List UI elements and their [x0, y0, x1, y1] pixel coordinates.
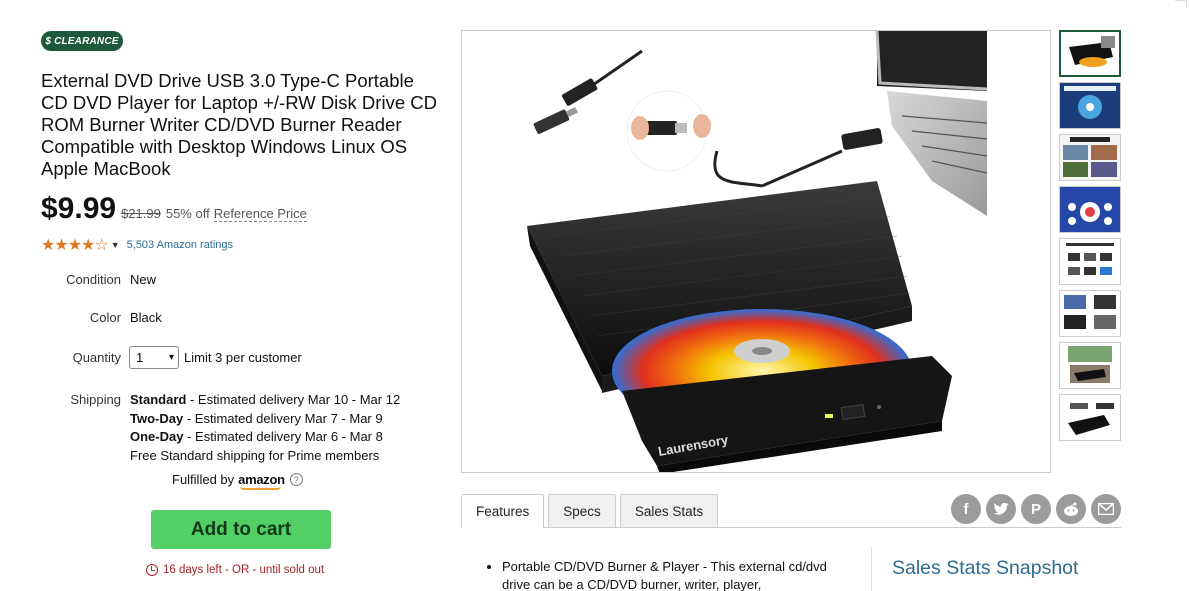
condition-value: New	[130, 272, 157, 287]
price-row: $9.99 $21.99 55% off Reference Price	[41, 192, 307, 226]
condition-label: Condition	[66, 272, 121, 287]
shipping-option-standard: Standard - Estimated delivery Mar 10 - M…	[130, 392, 401, 407]
main-product-image[interactable]: Laurensory	[461, 30, 1051, 473]
dvd-drive-illustration: Laurensory	[527, 31, 988, 472]
twitter-icon[interactable]	[986, 494, 1016, 524]
thumbnail-6[interactable]	[1059, 290, 1121, 337]
product-title: External DVD Drive USB 3.0 Type-C Portab…	[41, 70, 437, 179]
quantity-value: 1	[136, 350, 144, 365]
chevron-down-icon: ▾	[168, 352, 174, 363]
pinterest-icon[interactable]: P	[1021, 494, 1051, 524]
shipping-options: Standard - Estimated delivery Mar 10 - M…	[130, 391, 430, 465]
free-shipping-note: Free Standard shipping for Prime members	[130, 447, 380, 463]
thumbnail-2[interactable]	[1059, 82, 1121, 129]
shipping-option-one-day: One-Day - Estimated delivery Mar 6 - Mar…	[130, 429, 383, 444]
thumbnail-7[interactable]	[1059, 342, 1121, 389]
detail-tabs: Features Specs Sales Stats	[461, 494, 722, 528]
social-share-bar: f P	[951, 494, 1126, 524]
reference-price-link[interactable]: Reference Price	[213, 206, 307, 222]
thumbnail-4[interactable]	[1059, 186, 1121, 233]
clearance-badge: $ CLEARANCE	[41, 31, 123, 51]
color-value: Black	[130, 310, 162, 325]
fulfilled-by: Fulfilled by amazon ?	[172, 472, 303, 490]
tab-sales-stats[interactable]: Sales Stats	[619, 494, 719, 527]
deal-timer: 16 days left - OR - until sold out	[146, 564, 324, 576]
tab-divider	[461, 527, 1121, 528]
tab-specs[interactable]: Specs	[548, 494, 616, 527]
old-price: $21.99	[121, 206, 161, 221]
quantity-limit: Limit 3 per customer	[184, 350, 302, 365]
help-icon[interactable]: ?	[289, 473, 303, 486]
features-list: Portable CD/DVD Burner & Player - This e…	[484, 558, 844, 591]
quantity-label: Quantity	[72, 350, 121, 365]
tab-features[interactable]: Features	[461, 494, 545, 528]
shipping-option-two-day: Two-Day - Estimated delivery Mar 7 - Mar…	[130, 410, 383, 426]
corner-decoration	[1175, 0, 1187, 8]
rating-row[interactable]: ★★★★☆ ▼ 5,503 Amazon ratings	[41, 235, 233, 255]
color-label: Color	[89, 310, 121, 325]
section-divider	[871, 547, 872, 591]
thumbnail-5[interactable]	[1059, 238, 1121, 285]
ratings-count-link[interactable]: 5,503 Amazon ratings	[127, 239, 233, 251]
amazon-logo: amazon	[238, 472, 285, 490]
facebook-icon[interactable]: f	[951, 494, 981, 524]
thumbnail-strip	[1059, 30, 1121, 446]
current-price: $9.99	[41, 192, 117, 225]
thumbnail-8[interactable]	[1059, 394, 1121, 441]
email-icon[interactable]	[1091, 494, 1121, 524]
quantity-select[interactable]: 1 ▾	[129, 346, 179, 369]
star-rating-icon: ★★★★☆	[41, 237, 109, 254]
discount-percent: 55% off	[165, 206, 210, 221]
thumbnail-1[interactable]	[1059, 30, 1121, 77]
thumbnail-3[interactable]	[1059, 134, 1121, 181]
shipping-label: Shipping	[70, 392, 121, 407]
feature-item: Portable CD/DVD Burner & Player - This e…	[502, 558, 844, 591]
add-to-cart-button[interactable]: Add to cart	[151, 510, 331, 549]
clock-icon	[146, 564, 158, 576]
sales-stats-heading: Sales Stats Snapshot	[892, 557, 1079, 579]
chevron-down-icon[interactable]: ▼	[111, 240, 120, 250]
reddit-icon[interactable]	[1056, 494, 1086, 524]
